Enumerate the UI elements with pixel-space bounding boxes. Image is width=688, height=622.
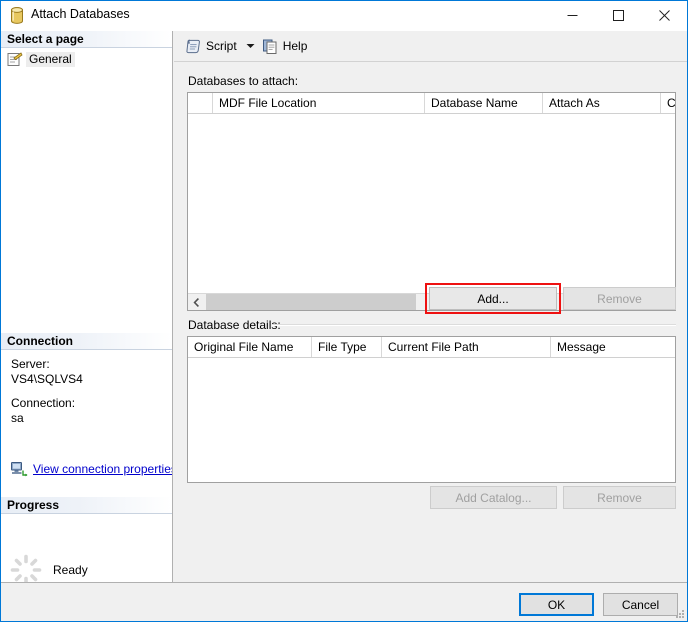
script-label: Script [206,39,237,53]
connection-value: sa [11,411,24,425]
page-general-icon [7,52,23,67]
maximize-button[interactable] [595,1,641,30]
column-header-attach-as[interactable]: Attach As [543,93,661,113]
server-value: VS4\SQLVS4 [11,372,83,386]
database-details-grid[interactable]: Original File Name File Type Current Fil… [187,336,676,483]
help-documents-icon [262,38,279,55]
chevron-down-icon[interactable] [244,35,258,57]
column-header-original-file-name[interactable]: Original File Name [188,337,312,357]
help-label: Help [282,39,308,53]
details-remove-button[interactable]: Remove [563,486,676,509]
sidebar-item-general[interactable]: General [7,51,79,68]
column-header-owner-partial[interactable]: C [661,93,675,113]
dialog-footer: OK Cancel [1,582,687,621]
add-catalog-button[interactable]: Add Catalog... [430,486,557,509]
connection-label: Connection: [11,396,76,410]
column-header-file-type[interactable]: File Type [312,337,382,357]
grid-header-row: MDF File Location Database Name Attach A… [188,93,675,114]
remove-button[interactable]: Remove [563,287,676,310]
server-label: Server: [11,357,50,371]
view-connection-properties[interactable]: View connection properties [11,461,172,477]
sidebar: Select a page General Connection Server:… [1,31,173,582]
scroll-left-arrow-icon[interactable] [188,294,205,310]
connection-properties-icon [11,461,28,477]
database-details-label: Database details: [188,318,281,332]
progress-text: Ready [53,563,88,577]
databases-to-attach-label: Databases to attach: [188,74,299,88]
script-scroll-icon [185,38,202,55]
minimize-button[interactable] [549,1,595,30]
progress-status: Ready [9,553,88,582]
content-area: Databases to attach: MDF File Location D… [174,62,687,582]
scrollbar-thumb[interactable] [206,294,416,310]
sidebar-item-label: General [26,52,75,67]
spinner-ring-icon [9,553,43,582]
view-connection-properties-link[interactable]: View connection properties [33,462,172,476]
column-header-mdf-file-location[interactable]: MDF File Location [213,93,425,113]
window-title: Attach Databases [31,7,130,21]
close-button[interactable] [641,1,687,30]
database-cylinder-icon [10,7,24,24]
column-header-database-name[interactable]: Database Name [425,93,543,113]
add-button[interactable]: Add... [429,287,557,310]
resize-grip[interactable] [673,607,685,619]
ok-button[interactable]: OK [519,593,594,616]
connection-heading: Connection [1,333,172,350]
section-divider [272,324,676,326]
progress-heading: Progress [1,497,172,514]
script-button[interactable]: Script [183,34,239,58]
toolbar: Script Help [174,31,687,62]
column-header-message[interactable]: Message [551,337,675,357]
attach-databases-dialog: Attach Databases Select a page General C… [0,0,688,622]
cancel-button[interactable]: Cancel [603,593,678,616]
databases-to-attach-grid[interactable]: MDF File Location Database Name Attach A… [187,92,676,311]
column-header-current-file-path[interactable]: Current File Path [382,337,551,357]
main-pane: Script Help Databases to attach: MDF Fil… [174,31,687,582]
select-a-page-heading: Select a page [1,31,172,48]
grid-header-row: Original File Name File Type Current Fil… [188,337,675,358]
help-button[interactable]: Help [260,34,310,58]
column-header-select[interactable] [188,93,213,113]
title-bar: Attach Databases [1,1,687,31]
connection-info: Server: VS4\SQLVS4 Connection: sa [11,357,167,426]
